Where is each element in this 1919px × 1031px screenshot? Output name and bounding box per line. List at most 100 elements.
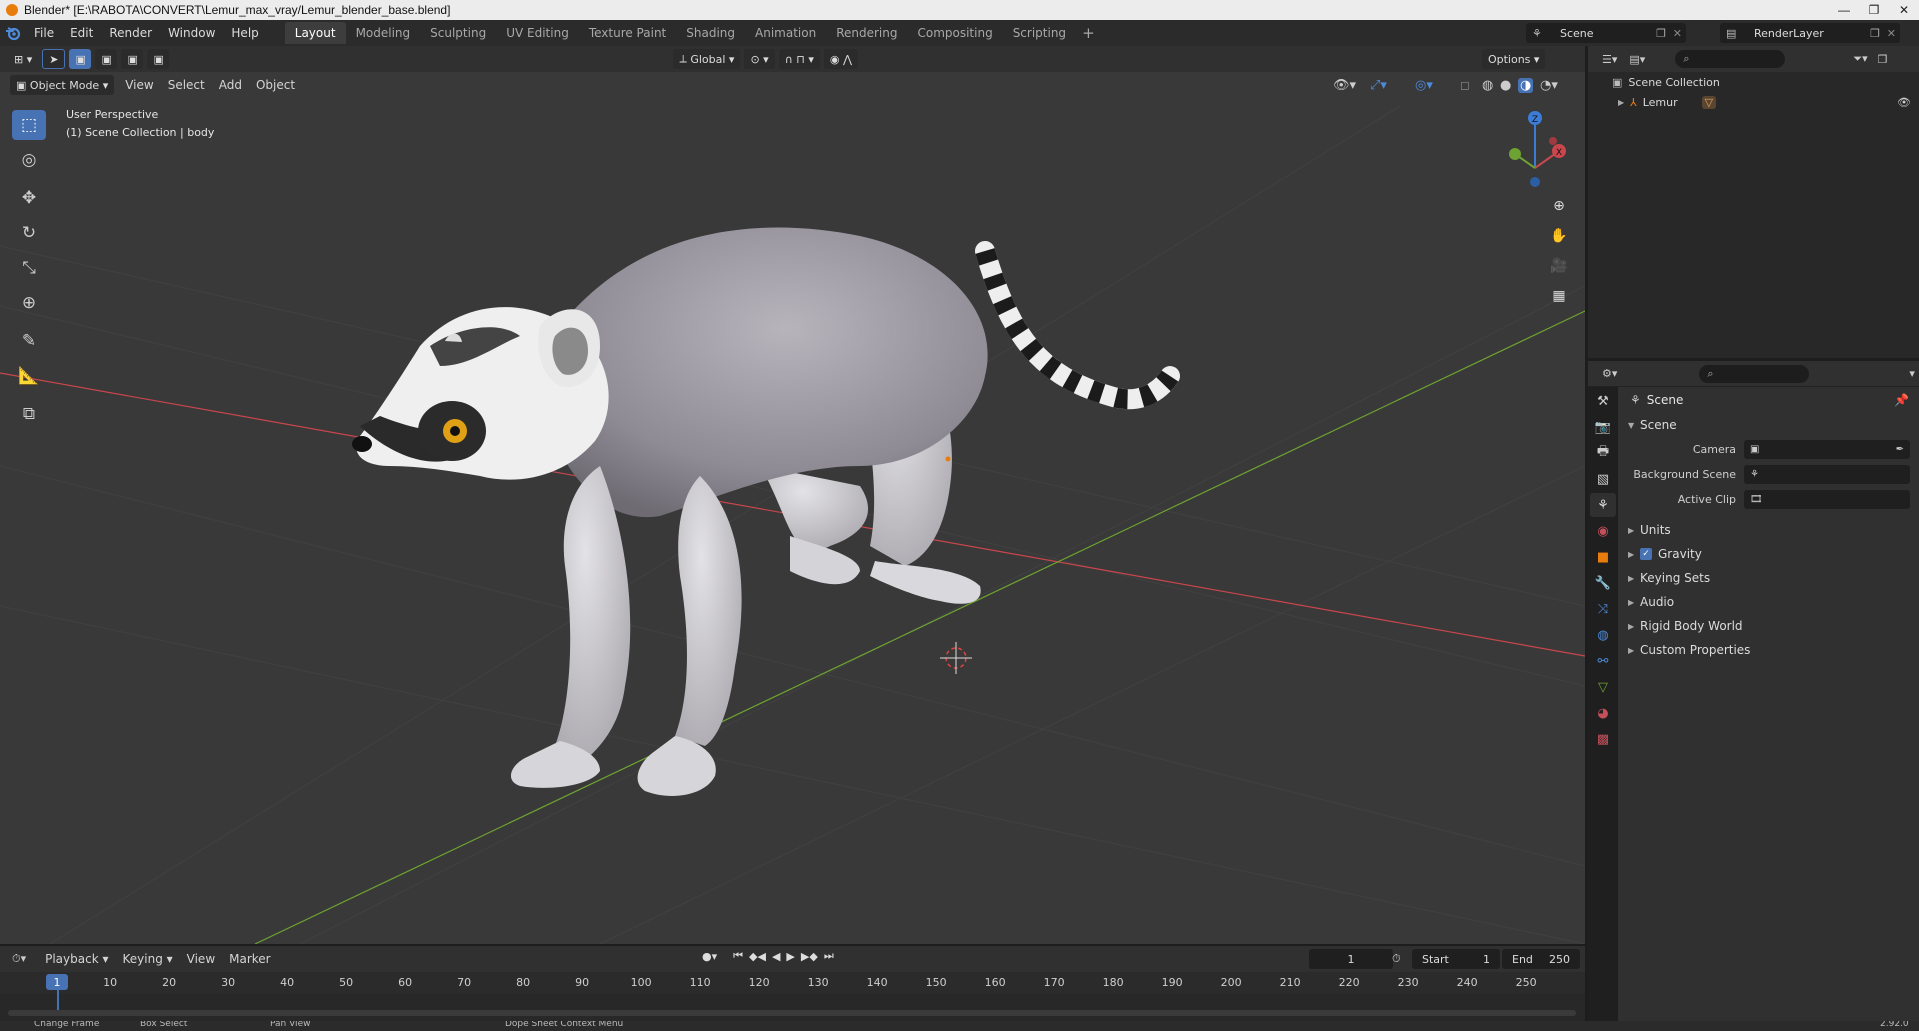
audio-panel-header[interactable]: ▶ Audio [1618,590,1919,614]
data-tab-icon[interactable]: ▽ [1590,675,1616,699]
options-dropdown[interactable]: Options ▾ [1481,49,1546,69]
texture-tab-icon[interactable]: ▩ [1590,727,1616,751]
camera-view-icon[interactable]: 🎥 [1547,254,1571,278]
camera-field[interactable]: ▣ ✒ [1744,440,1910,459]
eye-visibility-icon[interactable]: 👁 [1897,96,1911,109]
rotate-tool-icon[interactable]: ↻ [12,218,46,248]
outliner-editor-icon[interactable]: ☰▾ [1602,53,1617,66]
record-icon[interactable]: ●▾ [702,950,717,963]
shading-material-icon[interactable]: ◑ [1518,77,1534,93]
timeline-scrollbar[interactable] [8,1010,1576,1016]
lemur-model[interactable] [352,227,1180,796]
transform-orientation-dropdown[interactable]: ⟂ Global ▾ [673,49,741,69]
viewport-menu-object[interactable]: Object [249,78,302,92]
world-tab-icon[interactable]: ◉ [1590,519,1616,543]
proportional-edit-icon[interactable]: ◉ ⋀ [823,49,858,69]
tab-animation[interactable]: Animation [745,22,826,44]
tab-uv-editing[interactable]: UV Editing [496,22,579,44]
material-tab-icon[interactable]: ◕ [1590,701,1616,725]
current-frame-indicator[interactable]: 1 [46,974,68,990]
viewport-menu-select[interactable]: Select [161,78,212,92]
zoom-icon[interactable]: ⊕ [1547,194,1571,218]
copy-scene-icon[interactable]: ❐ [1656,27,1666,40]
jump-end-icon[interactable]: ⏭ [824,949,834,963]
menu-help[interactable]: Help [223,20,266,46]
maximize-button[interactable]: ❐ [1859,0,1889,20]
end-frame-field[interactable]: End 250 [1502,949,1580,969]
properties-search-input[interactable]: ⌕ [1699,364,1810,383]
output-tab-icon[interactable]: 🖶 [1590,441,1616,465]
keying-sets-panel-header[interactable]: ▶ Keying Sets [1618,566,1919,590]
timeline-menu-view[interactable]: View [180,952,222,966]
copy-layer-icon[interactable]: ❐ [1870,27,1880,40]
gravity-checkbox[interactable]: ✓ [1640,548,1652,560]
move-tool-icon[interactable]: ✥ [12,183,46,213]
tab-texture-paint[interactable]: Texture Paint [579,22,676,44]
filter-icon[interactable]: ⏷▾ [1853,52,1867,66]
select-mode-extend-icon[interactable]: ▣ [95,49,118,69]
new-collection-icon[interactable]: ❐ [1878,53,1888,66]
visibility-icon[interactable]: 👁▾ [1333,78,1356,93]
transform-tool-icon[interactable]: ⊕ [12,288,46,318]
scene-panel-header[interactable]: ▼ Scene [1618,413,1919,437]
view-layer-tab-icon[interactable]: ▧ [1590,467,1616,491]
display-mode-icon[interactable]: ▤▾ [1629,53,1645,66]
add-workspace-icon[interactable]: + [1076,24,1101,42]
3d-cursor[interactable] [940,642,972,674]
scene-tab-icon[interactable]: ⚘ [1590,493,1616,517]
select-mode-intersect-icon[interactable]: ▣ [147,49,170,69]
shading-wireframe-icon[interactable]: ◍ [1482,78,1493,93]
gravity-panel-header[interactable]: ▶ ✓ Gravity [1618,542,1919,566]
current-frame-field[interactable]: 1 [1309,949,1393,969]
render-layer-selector[interactable]: ▤ RenderLayer ❐ ✕ [1720,23,1900,43]
navigation-gizmo[interactable]: Z X [1509,111,1566,187]
timeline-menu-playback[interactable]: Playback ▾ [38,952,115,966]
outliner-row-lemur[interactable]: ▶ ⅄ Lemur ▽ 👁 [1588,92,1919,112]
cursor-tool-icon[interactable]: ◎ [12,145,46,175]
blender-logo-icon[interactable] [0,20,26,46]
tool-tab-icon[interactable]: ⚒ [1590,389,1616,413]
remove-scene-icon[interactable]: ✕ [1673,27,1682,40]
prev-keyframe-icon[interactable]: ◆◀ [749,950,766,963]
timeline-menu-marker[interactable]: Marker [222,952,277,966]
properties-options-icon[interactable]: ▾ [1909,367,1915,380]
pan-hand-icon[interactable]: ✋ [1547,224,1571,248]
mode-dropdown[interactable]: ▣ Object Mode ▾ [10,75,115,95]
object-tab-icon[interactable]: ■ [1590,545,1616,569]
viewport-menu-view[interactable]: View [118,78,160,92]
timeline-menu-keying[interactable]: Keying ▾ [116,952,180,966]
remove-layer-icon[interactable]: ✕ [1887,27,1896,40]
tab-rendering[interactable]: Rendering [826,22,907,44]
menu-file[interactable]: File [26,20,62,46]
pin-icon[interactable]: 📌 [1894,393,1909,407]
menu-edit[interactable]: Edit [62,20,101,46]
menu-window[interactable]: Window [160,20,223,46]
render-tab-icon[interactable]: 📷 [1590,415,1616,439]
annotate-tool-icon[interactable]: ✎ [12,326,46,356]
start-frame-field[interactable]: Start 1 [1412,949,1500,969]
snap-icon[interactable]: ∩ ⊓ ▾ [778,49,820,69]
tab-compositing[interactable]: Compositing [907,22,1002,44]
tab-modeling[interactable]: Modeling [346,22,421,44]
ortho-grid-icon[interactable]: ▦ [1547,284,1571,308]
shading-rendered-icon[interactable]: ◔▾ [1540,78,1558,93]
expand-icon[interactable]: ▶ [1618,98,1630,107]
select-tool-icon[interactable]: ➤ [42,49,66,69]
constraints-tab-icon[interactable]: ⚯ [1590,649,1616,673]
particles-tab-icon[interactable]: ⤨ [1590,597,1616,621]
select-mode-new-icon[interactable]: ▣ [69,49,92,69]
overlay-toggle-icon[interactable]: ◎▾ [1415,78,1433,93]
tab-layout[interactable]: Layout [284,22,346,44]
pivot-point-icon[interactable]: ⊙ ▾ [744,49,775,69]
outliner-row-scene-collection[interactable]: ▣ Scene Collection [1588,72,1919,92]
timeline-editor-icon[interactable]: ⏱▾ [12,952,26,966]
3d-viewport[interactable]: Z X ⊞ ▾ ➤ ▣ ▣ ▣ ▣ ⟂ Global ▾ ⊙ ▾ ∩ ⊓ ▾ ◉… [0,46,1585,944]
active-clip-field[interactable]: 🎞 [1744,490,1910,509]
gizmo-toggle-icon[interactable]: ⤢▾ [1370,78,1387,93]
add-cube-tool-icon[interactable]: ⧉ [12,399,46,429]
modifier-tab-icon[interactable]: 🔧 [1590,571,1616,595]
shading-solid-icon[interactable]: ● [1500,78,1511,93]
eyedropper-icon[interactable]: ✒ [1896,444,1904,455]
background-scene-field[interactable]: ⚘ [1744,465,1910,484]
editor-type-icon[interactable]: ⊞ ▾ [8,49,38,69]
